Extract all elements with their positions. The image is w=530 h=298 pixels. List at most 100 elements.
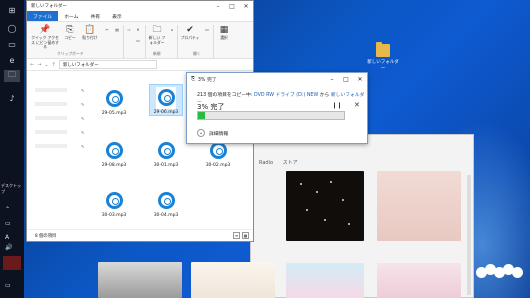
desktop-folder-label: 新しいフォルダー bbox=[367, 60, 399, 71]
maximize-icon[interactable]: □ bbox=[225, 3, 239, 10]
nav-item[interactable] bbox=[35, 144, 67, 148]
pin-quick-access-label: クイック アクセス にピン留めする bbox=[31, 35, 59, 49]
file-name: 29-06.mp3 bbox=[153, 110, 179, 115]
file-item[interactable]: 30-04.mp3 bbox=[149, 188, 183, 218]
open-icon[interactable]: ▭ bbox=[203, 27, 211, 33]
copy-button[interactable]: ⎘ コピー bbox=[61, 25, 79, 41]
file-item-selected[interactable]: 29-06.mp3 bbox=[149, 84, 183, 116]
explorer-taskbar-icon[interactable]: 🗀 bbox=[4, 70, 20, 82]
music-file-icon bbox=[156, 140, 176, 162]
more-details-button[interactable]: ⌄ 詳細情報 bbox=[197, 129, 228, 137]
file-name: 30-04.mp3 bbox=[153, 213, 179, 218]
album-cover[interactable] bbox=[191, 262, 275, 298]
source-link[interactable]: DVD RW ドライブ (D:) NEW bbox=[254, 93, 318, 98]
file-item[interactable]: 29-08.mp3 bbox=[97, 138, 131, 168]
ribbon-separator bbox=[123, 25, 124, 58]
network-icon[interactable]: ▭ bbox=[5, 220, 11, 227]
delete-icon[interactable]: ✕ bbox=[133, 27, 143, 33]
album-cover[interactable] bbox=[98, 262, 182, 298]
up-icon[interactable]: ↑ bbox=[52, 62, 56, 68]
checkmark-icon: ✔ bbox=[186, 25, 194, 35]
file-name: 30-03.mp3 bbox=[101, 213, 127, 218]
paste-button[interactable]: 📋 貼り付け bbox=[81, 25, 99, 41]
new-folder-label: 新しい フォルダー bbox=[148, 35, 166, 45]
file-name: 30-02.mp3 bbox=[205, 163, 231, 168]
copy-icon: ⎘ bbox=[66, 25, 74, 35]
address-text: 新しいフォルダー bbox=[62, 62, 99, 68]
properties-label: プロパティ bbox=[180, 35, 200, 40]
file-item[interactable]: 29-05.mp3 bbox=[97, 86, 131, 116]
desktop-folder[interactable]: 新しいフォルダー bbox=[366, 42, 400, 71]
edge-icon[interactable]: e bbox=[4, 54, 20, 66]
maximize-icon[interactable]: □ bbox=[339, 76, 353, 83]
notification-bubble-icon[interactable] bbox=[476, 262, 524, 280]
properties-button[interactable]: ✔ プロパティ bbox=[179, 25, 201, 41]
minimize-icon[interactable]: – bbox=[211, 3, 225, 10]
tab-home[interactable]: ホーム bbox=[58, 11, 84, 21]
dialog-title-bar[interactable]: ⎘ 3% 完了 – □ ✕ bbox=[187, 73, 367, 85]
pause-icon[interactable]: ❙❙ bbox=[332, 102, 342, 109]
tab-radio[interactable]: Radio bbox=[259, 160, 273, 166]
address-bar[interactable]: 新しいフォルダー bbox=[58, 60, 157, 69]
ribbon-separator bbox=[213, 25, 214, 58]
forward-icon[interactable]: → bbox=[37, 62, 41, 68]
address-row: ← → ⌄ ↑ 新しいフォルダー bbox=[27, 59, 253, 71]
start-icon[interactable]: ⊞ bbox=[4, 4, 20, 16]
album-cover[interactable] bbox=[286, 263, 364, 298]
music-file-icon bbox=[104, 140, 124, 162]
back-icon[interactable]: ← bbox=[30, 62, 34, 68]
explorer-title-bar[interactable]: 新しいフォルダー – □ ✕ bbox=[27, 1, 253, 11]
album-cover[interactable] bbox=[377, 171, 461, 241]
file-item[interactable]: 30-01.mp3 bbox=[149, 138, 183, 168]
album-cover[interactable] bbox=[286, 171, 364, 241]
clock-area[interactable] bbox=[3, 256, 21, 270]
ime-indicator[interactable]: A bbox=[5, 234, 9, 241]
new-item-icon[interactable]: ▫ bbox=[168, 27, 176, 33]
taskbar: ⊞ ◯ ▭ e 🗀 ♪ デスクトップ ⌃ ▭ A 🔊 ▭ bbox=[0, 0, 24, 298]
tab-file[interactable]: ファイル bbox=[27, 11, 59, 21]
media-scrollbar[interactable] bbox=[467, 175, 471, 295]
new-folder-icon: 🗀 bbox=[152, 25, 162, 35]
tab-view[interactable]: 表示 bbox=[106, 11, 128, 21]
cancel-icon[interactable]: ✕ bbox=[354, 101, 360, 109]
music-icon[interactable]: ♪ bbox=[4, 92, 20, 104]
navigation-pane[interactable]: ✎ ✎ ✎ ✎ ✎ bbox=[27, 72, 89, 230]
dialog-title: 3% 完了 bbox=[197, 77, 217, 83]
music-file-icon bbox=[156, 87, 176, 109]
notification-icon[interactable]: ▭ bbox=[5, 282, 11, 289]
copy-icon: ⎘ bbox=[191, 77, 195, 82]
close-icon[interactable]: ✕ bbox=[353, 76, 367, 83]
copy-path-icon[interactable]: ▤ bbox=[113, 27, 121, 33]
nav-item[interactable] bbox=[35, 116, 67, 120]
select-button[interactable]: ▦ 選択 bbox=[217, 25, 231, 41]
close-icon[interactable]: ✕ bbox=[239, 3, 253, 10]
new-folder-button[interactable]: 🗀 新しい フォルダー bbox=[147, 25, 167, 45]
task-view-icon[interactable]: ▭ bbox=[4, 38, 20, 50]
file-item[interactable]: 30-03.mp3 bbox=[97, 188, 131, 218]
music-file-icon bbox=[104, 190, 124, 212]
pin-quick-access-button[interactable]: 📌 クイック アクセス にピン留めする bbox=[30, 25, 60, 50]
music-file-icon bbox=[156, 190, 176, 212]
volume-icon[interactable]: 🔊 bbox=[5, 244, 12, 251]
move-to-icon[interactable]: ⇨ bbox=[125, 27, 133, 33]
album-cover[interactable] bbox=[377, 263, 461, 298]
copy-label: コピー bbox=[64, 35, 76, 40]
large-icons-view-icon[interactable]: ▦ bbox=[242, 232, 249, 239]
minimize-icon[interactable]: – bbox=[325, 76, 339, 83]
details-view-icon[interactable]: ≡ bbox=[233, 232, 240, 239]
cut-icon[interactable]: ✂ bbox=[103, 27, 111, 33]
file-name: 29-08.mp3 bbox=[101, 163, 127, 168]
chevron-down-icon[interactable]: ⌄ bbox=[44, 62, 48, 68]
nav-item[interactable] bbox=[35, 102, 67, 106]
tab-share[interactable]: 共有 bbox=[84, 11, 106, 21]
rename-icon[interactable]: ▭ bbox=[133, 38, 143, 44]
chevron-up-icon[interactable]: ⌃ bbox=[5, 206, 10, 213]
search-icon[interactable]: ◯ bbox=[4, 22, 20, 34]
nav-item[interactable] bbox=[35, 88, 67, 92]
explorer-title: 新しいフォルダー bbox=[31, 4, 67, 9]
star-mark bbox=[300, 183, 302, 185]
file-name: 30-01.mp3 bbox=[153, 163, 179, 168]
desktop-label: デスクトップ bbox=[1, 183, 21, 194]
tab-store[interactable]: ストア bbox=[283, 160, 298, 166]
nav-item[interactable] bbox=[35, 130, 67, 134]
